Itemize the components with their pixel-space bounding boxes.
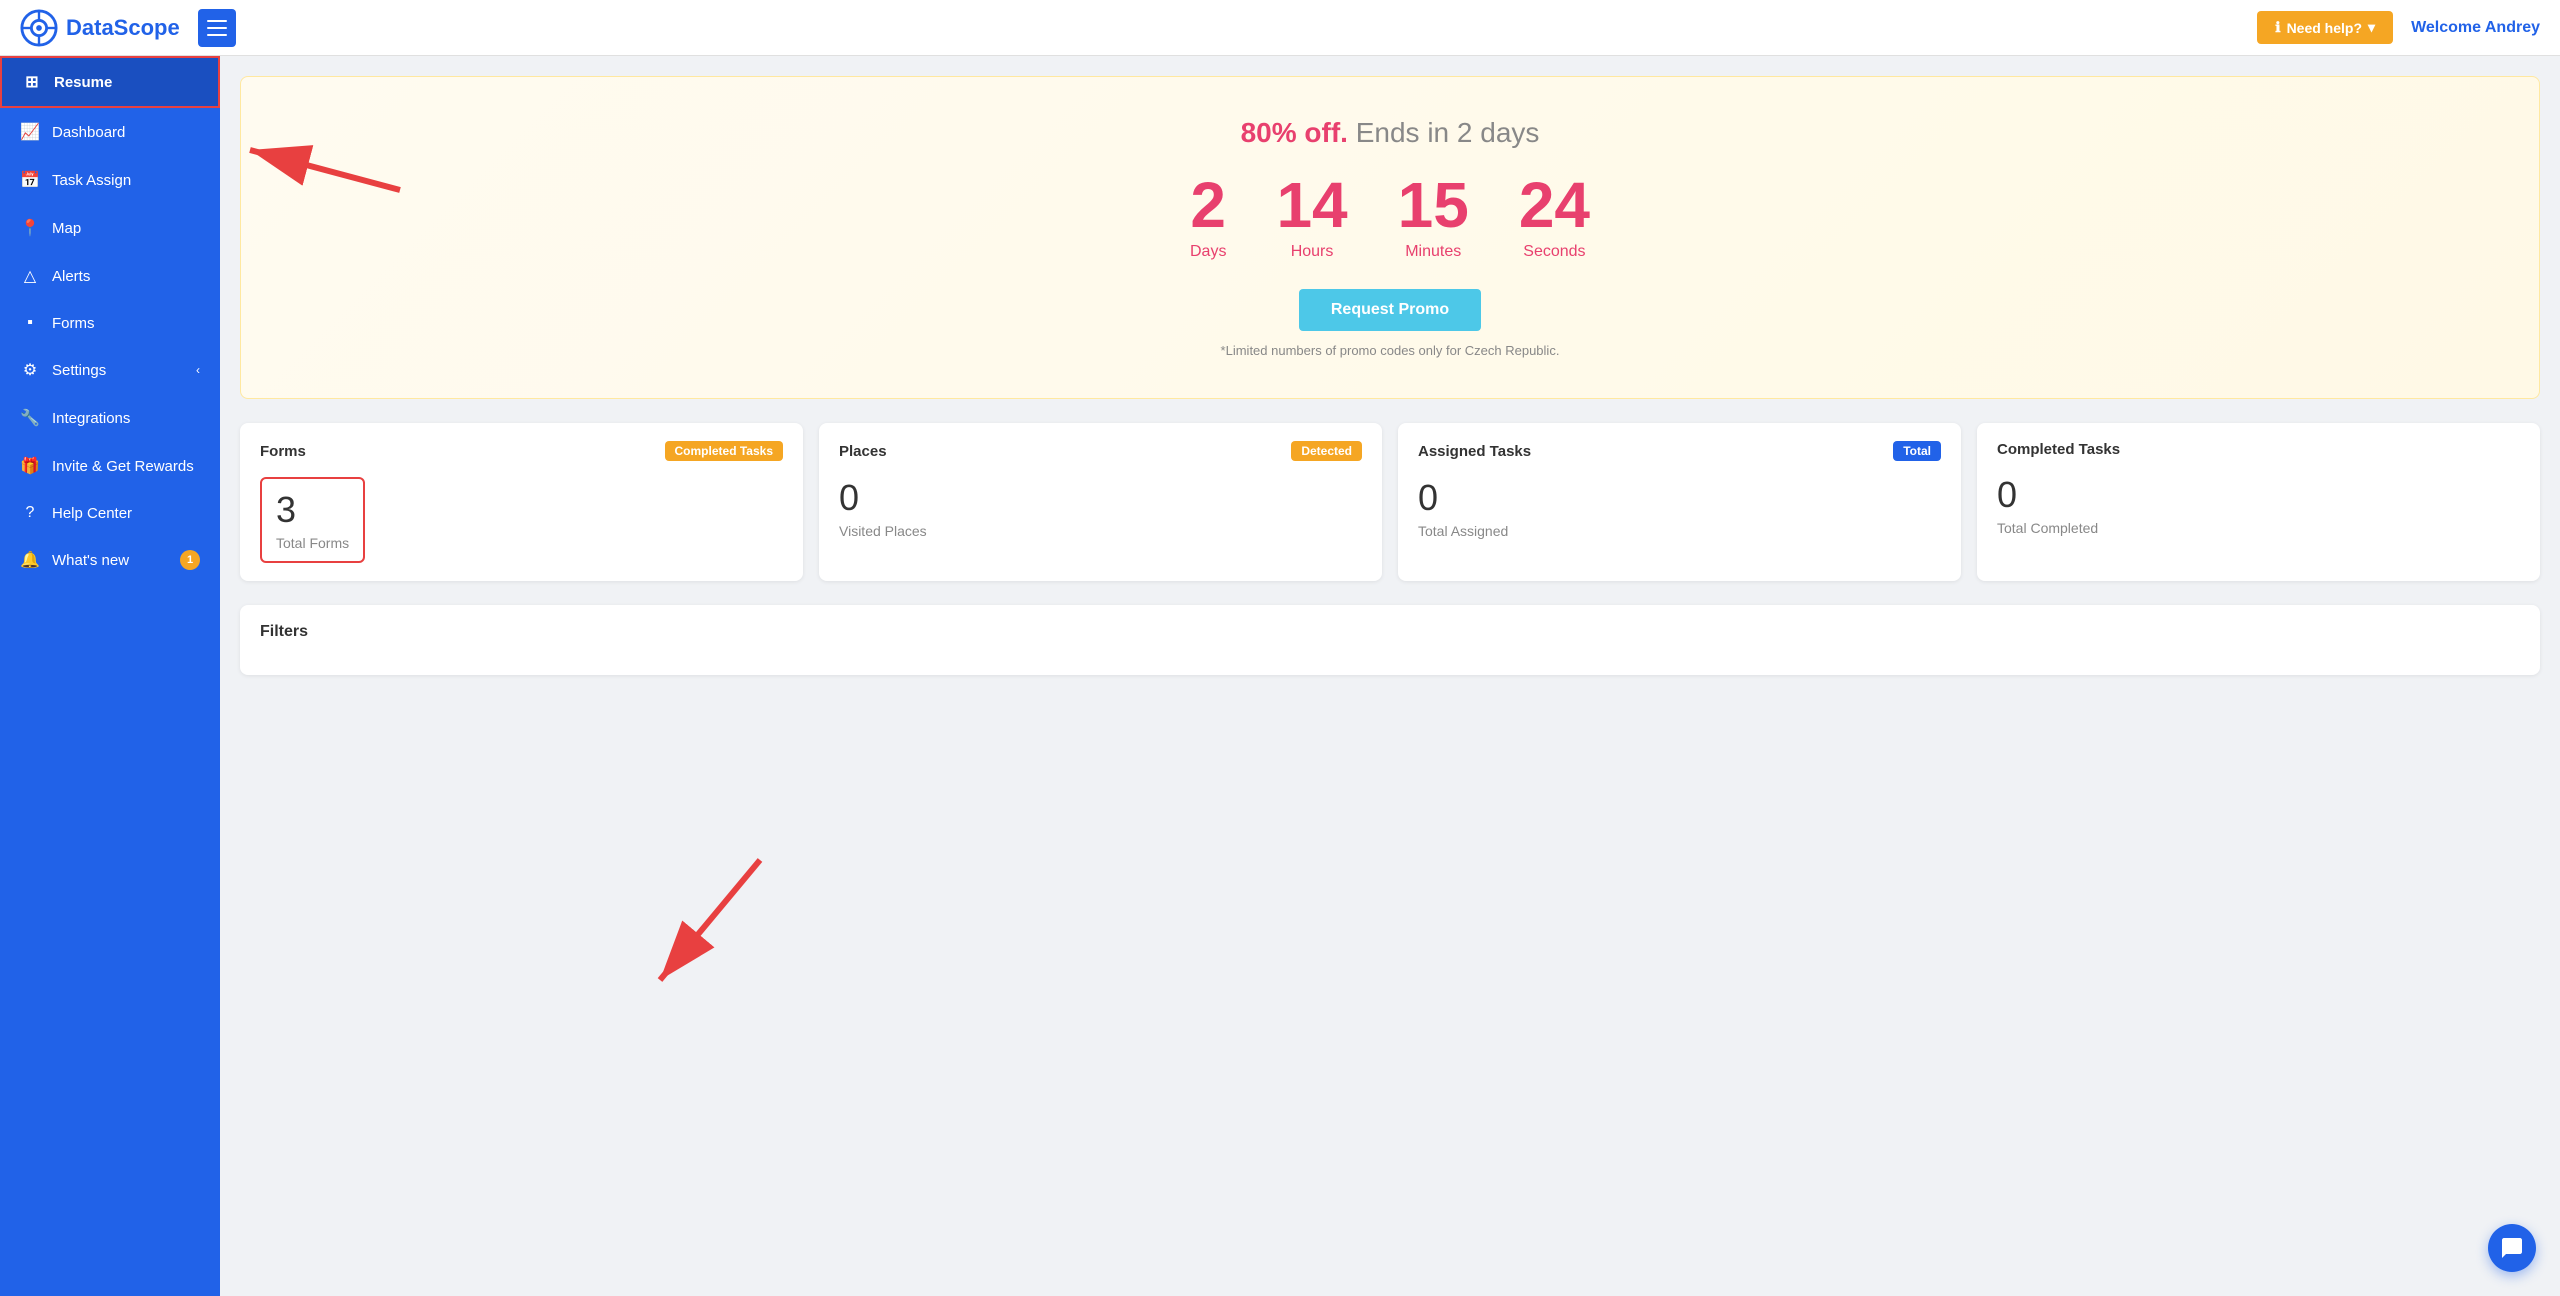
promo-title: 80% off. Ends in 2 days [261, 117, 2519, 149]
sidebar-label-task-assign: Task Assign [52, 172, 131, 189]
chat-icon [2500, 1236, 2524, 1260]
stat-value-completed-tasks: 0 [1997, 474, 2520, 516]
need-help-label: Need help? [2287, 20, 2362, 36]
invite-rewards-icon: 🎁 [20, 456, 40, 476]
logo: DataScope [20, 9, 180, 47]
countdown-minutes: 15 Minutes [1398, 173, 1469, 261]
help-center-icon: ? [20, 504, 40, 522]
whats-new-badge: 1 [180, 550, 200, 570]
seconds-label: Seconds [1519, 243, 1590, 261]
hours-value: 14 [1276, 173, 1347, 237]
header-right: ℹ Need help? ▾ Welcome Andrey [2257, 11, 2540, 44]
promo-highlight: 80% off. [1241, 117, 1348, 148]
countdown-days: 2 Days [1190, 173, 1226, 261]
stat-title-forms: Forms [260, 443, 306, 460]
stat-header-forms: Forms Completed Tasks [260, 441, 783, 461]
sidebar-label-dashboard: Dashboard [52, 124, 125, 141]
promo-banner: 80% off. Ends in 2 days 2 Days 14 Hours … [240, 76, 2540, 399]
logo-icon [20, 9, 58, 47]
stat-title-assigned-tasks: Assigned Tasks [1418, 443, 1531, 460]
welcome-text: Welcome Andrey [2411, 19, 2540, 37]
minutes-value: 15 [1398, 173, 1469, 237]
sidebar-item-settings[interactable]: ⚙ Settings ‹ [0, 346, 220, 394]
stat-badge-assigned-tasks: Total [1893, 441, 1941, 461]
stat-card-places: Places Detected 0 Visited Places [819, 423, 1382, 581]
forms-icon: ▪ [20, 314, 40, 332]
stat-label-completed-tasks: Total Completed [1997, 520, 2520, 536]
filters-title: Filters [260, 623, 2520, 641]
task-assign-icon: 📅 [20, 170, 40, 190]
sidebar-item-integrations[interactable]: 🔧 Integrations [0, 394, 220, 442]
promo-note: *Limited numbers of promo codes only for… [261, 343, 2519, 358]
sidebar-item-resume[interactable]: ⊞ Resume [0, 56, 220, 108]
stat-title-places: Places [839, 443, 887, 460]
alerts-icon: △ [20, 266, 40, 286]
stat-header-places: Places Detected [839, 441, 1362, 461]
dashboard-icon: 📈 [20, 122, 40, 142]
sidebar-item-invite-rewards[interactable]: 🎁 Invite & Get Rewards [0, 442, 220, 490]
stat-value-assigned-tasks: 0 [1418, 477, 1941, 519]
logo-text: DataScope [66, 15, 180, 41]
stat-title-completed-tasks: Completed Tasks [1997, 441, 2120, 458]
sidebar-item-dashboard[interactable]: 📈 Dashboard [0, 108, 220, 156]
sidebar-label-integrations: Integrations [52, 410, 130, 427]
sidebar-label-help-center: Help Center [52, 505, 132, 522]
sidebar-label-resume: Resume [54, 74, 112, 91]
stat-value-places: 0 [839, 477, 1362, 519]
sidebar-item-help-center[interactable]: ? Help Center [0, 490, 220, 536]
days-label: Days [1190, 243, 1226, 261]
integrations-icon: 🔧 [20, 408, 40, 428]
stat-label-assigned-tasks: Total Assigned [1418, 523, 1941, 539]
header: DataScope ℹ Need help? ▾ Welcome Andrey [0, 0, 2560, 56]
stat-card-assigned-tasks: Assigned Tasks Total 0 Total Assigned [1398, 423, 1961, 581]
stat-label-places: Visited Places [839, 523, 1362, 539]
hamburger-button[interactable] [198, 9, 236, 47]
need-help-button[interactable]: ℹ Need help? ▾ [2257, 11, 2393, 44]
dropdown-icon: ▾ [2368, 19, 2375, 36]
stat-highlighted-forms: 3 Total Forms [260, 477, 365, 563]
request-promo-button[interactable]: Request Promo [1299, 289, 1481, 331]
chat-button[interactable] [2488, 1224, 2536, 1272]
layout: ⊞ Resume 📈 Dashboard 📅 Task Assign 📍 Map △ Alerts… [0, 56, 2560, 1296]
sidebar-item-whats-new[interactable]: 🔔 What's new 1 [0, 536, 220, 584]
sidebar: ⊞ Resume 📈 Dashboard 📅 Task Assign 📍 Map △ Alerts… [0, 56, 220, 1296]
sidebar-label-forms: Forms [52, 315, 95, 332]
sidebar-label-whats-new: What's new [52, 552, 129, 569]
countdown: 2 Days 14 Hours 15 Minutes 24 Seconds [261, 173, 2519, 261]
stat-value-forms: 3 [276, 489, 349, 531]
sidebar-label-alerts: Alerts [52, 268, 90, 285]
settings-icon: ⚙ [20, 360, 40, 380]
minutes-label: Minutes [1398, 243, 1469, 261]
promo-suffix: Ends in 2 days [1356, 117, 1540, 148]
sidebar-label-map: Map [52, 220, 81, 237]
info-icon: ℹ [2275, 19, 2280, 36]
stat-header-assigned-tasks: Assigned Tasks Total [1418, 441, 1941, 461]
stat-label-forms: Total Forms [276, 535, 349, 551]
whats-new-icon: 🔔 [20, 550, 40, 570]
settings-arrow: ‹ [196, 363, 200, 377]
stat-badge-forms: Completed Tasks [665, 441, 783, 461]
sidebar-label-invite-rewards: Invite & Get Rewards [52, 458, 194, 475]
stat-header-completed-tasks: Completed Tasks [1997, 441, 2520, 458]
filters-section: Filters [240, 605, 2540, 675]
map-icon: 📍 [20, 218, 40, 238]
seconds-value: 24 [1519, 173, 1590, 237]
sidebar-label-settings: Settings [52, 362, 106, 379]
resume-icon: ⊞ [22, 72, 42, 92]
stat-badge-places: Detected [1291, 441, 1362, 461]
stats-row: Forms Completed Tasks 3 Total Forms Places De… [240, 423, 2540, 581]
header-left: DataScope [20, 9, 236, 47]
sidebar-item-map[interactable]: 📍 Map [0, 204, 220, 252]
main-content: 80% off. Ends in 2 days 2 Days 14 Hours … [220, 56, 2560, 1296]
hours-label: Hours [1276, 243, 1347, 261]
stat-card-forms: Forms Completed Tasks 3 Total Forms [240, 423, 803, 581]
countdown-seconds: 24 Seconds [1519, 173, 1590, 261]
sidebar-item-task-assign[interactable]: 📅 Task Assign [0, 156, 220, 204]
countdown-hours: 14 Hours [1276, 173, 1347, 261]
sidebar-item-alerts[interactable]: △ Alerts [0, 252, 220, 300]
stat-card-completed-tasks: Completed Tasks 0 Total Completed [1977, 423, 2540, 581]
days-value: 2 [1190, 173, 1226, 237]
sidebar-item-forms[interactable]: ▪ Forms [0, 300, 220, 346]
